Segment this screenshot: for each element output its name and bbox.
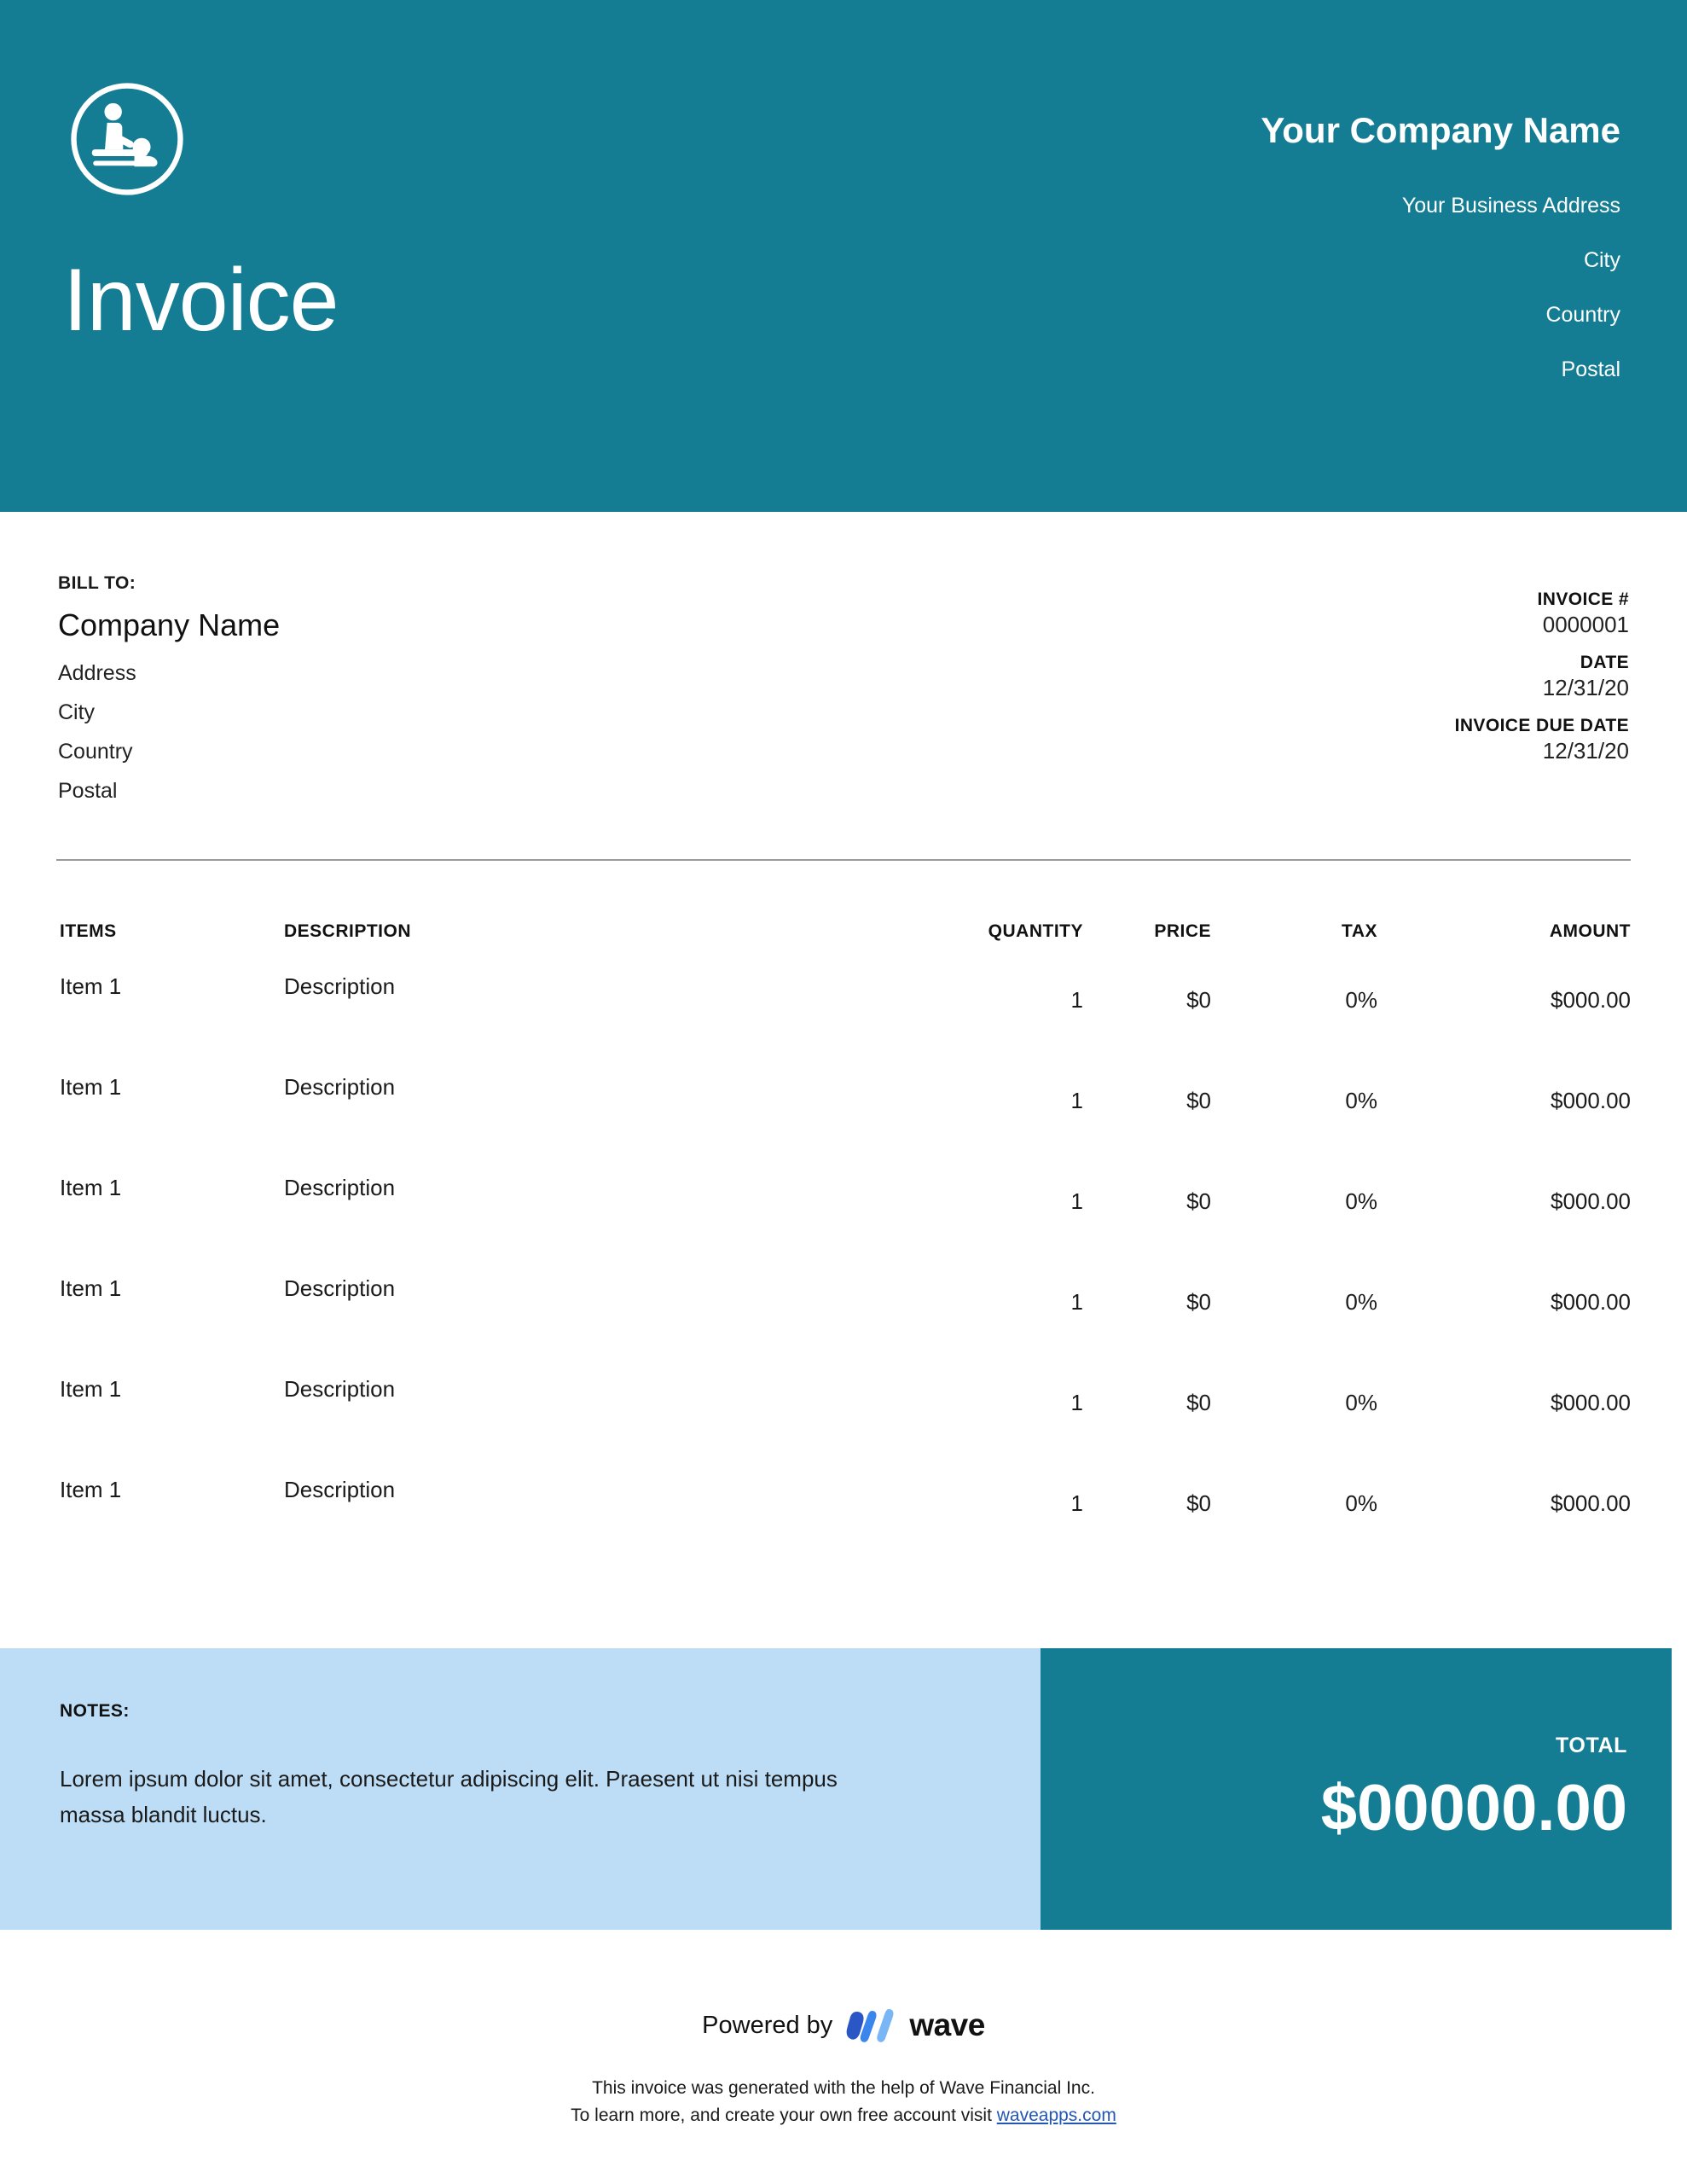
cell-item: Item 1 <box>60 1275 122 1301</box>
company-city-line: City <box>1583 248 1620 272</box>
cell-description: Description <box>284 1477 396 1502</box>
footer-legal-line-1: This invoice was generated with the help… <box>592 2078 1095 2098</box>
cell-description: Description <box>284 1074 396 1100</box>
bill-to-city: City <box>58 700 96 724</box>
invoice-header: Invoice Your Company Name Your Business … <box>0 0 1687 512</box>
column-header-description: DESCRIPTION <box>284 921 412 941</box>
table-header-row: ITEMS DESCRIPTION QUANTITY PRICE TAX AMO… <box>0 904 1687 973</box>
cell-amount: $000.00 <box>1551 1188 1631 1214</box>
company-name: Your Company Name <box>1261 110 1620 150</box>
column-header-amount: AMOUNT <box>1549 921 1631 941</box>
wave-brand-name: wave <box>909 2007 985 2042</box>
invoice-meta: INVOICE # 0000001 DATE 12/31/20 INVOICE … <box>1455 589 1629 764</box>
cell-item: Item 1 <box>60 1074 122 1100</box>
notes-body: Lorem ipsum dolor sit amet, consectetur … <box>60 1766 838 1827</box>
invoice-due-date-value: 12/31/20 <box>1542 738 1629 764</box>
logo-container <box>67 78 188 204</box>
bill-to-postal: Postal <box>58 779 118 803</box>
invoice-date-label: DATE <box>1580 653 1629 672</box>
footer-legal-text: This invoice was generated with the help… <box>0 2075 1687 2129</box>
section-divider <box>56 859 1631 861</box>
cell-tax: 0% <box>1345 1390 1377 1415</box>
cell-quantity: 1 <box>1070 1490 1083 1516</box>
cell-quantity: 1 <box>1070 1088 1083 1113</box>
cell-item: Item 1 <box>60 1477 122 1502</box>
cell-description: Description <box>284 1175 396 1200</box>
table-row: Item 1 Description 1 $0 0% $000.00 <box>0 1275 1687 1375</box>
cell-price: $0 <box>1186 987 1211 1013</box>
company-info: Your Company Name Your Business Address … <box>1261 109 1620 382</box>
cell-tax: 0% <box>1345 1490 1377 1516</box>
cell-price: $0 <box>1186 1188 1211 1214</box>
cell-description: Description <box>284 973 396 999</box>
column-header-items: ITEMS <box>60 921 117 941</box>
total-section: TOTAL $00000.00 <box>1041 1648 1672 1930</box>
bill-to-address: Address <box>58 661 136 685</box>
total-label: TOTAL <box>1555 1734 1627 1757</box>
column-header-quantity: QUANTITY <box>988 921 1083 941</box>
cell-quantity: 1 <box>1070 1289 1083 1315</box>
footer-legal-prefix: To learn more, and create your own free … <box>571 2106 997 2125</box>
cell-tax: 0% <box>1345 1088 1377 1113</box>
cell-item: Item 1 <box>60 973 122 999</box>
notes-section: NOTES: Lorem ipsum dolor sit amet, conse… <box>0 1648 1041 1930</box>
powered-by-wave: Powered by wave <box>702 2007 985 2044</box>
invoice-number-value: 0000001 <box>1542 612 1629 637</box>
cell-item: Item 1 <box>60 1175 122 1200</box>
table-row: Item 1 Description 1 $0 0% $000.00 <box>0 973 1687 1073</box>
invoice-page: Invoice Your Company Name Your Business … <box>0 0 1687 2184</box>
invoice-due-date-label: INVOICE DUE DATE <box>1454 716 1629 735</box>
cell-description: Description <box>284 1376 396 1402</box>
bill-to-label: BILL TO: <box>58 573 136 593</box>
cell-amount: $000.00 <box>1551 1490 1631 1516</box>
cell-amount: $000.00 <box>1551 1289 1631 1315</box>
cell-item: Item 1 <box>60 1376 122 1402</box>
bill-to-country: Country <box>58 740 133 764</box>
cell-tax: 0% <box>1345 987 1377 1013</box>
wave-logo-icon <box>846 2009 894 2042</box>
cell-amount: $000.00 <box>1551 1088 1631 1113</box>
footer-legal-line-2: To learn more, and create your own free … <box>0 2102 1687 2129</box>
massage-therapy-icon <box>71 83 183 195</box>
cell-price: $0 <box>1186 1490 1211 1516</box>
cell-amount: $000.00 <box>1551 987 1631 1013</box>
cell-quantity: 1 <box>1070 1390 1083 1415</box>
table-row: Item 1 Description 1 $0 0% $000.00 <box>0 1375 1687 1476</box>
column-header-tax: TAX <box>1342 921 1377 941</box>
line-items-table: ITEMS DESCRIPTION QUANTITY PRICE TAX AMO… <box>0 904 1687 1577</box>
company-postal-line: Postal <box>1561 357 1620 381</box>
cell-description: Description <box>284 1275 396 1301</box>
cell-quantity: 1 <box>1070 987 1083 1013</box>
column-header-price: PRICE <box>1154 921 1211 941</box>
company-country-line: Country <box>1545 303 1620 327</box>
company-address-line: Your Business Address <box>1401 194 1620 218</box>
cell-price: $0 <box>1186 1390 1211 1415</box>
bill-to-section: BILL TO: Company Name Address City Count… <box>58 573 280 810</box>
invoice-number-label: INVOICE # <box>1537 590 1629 609</box>
invoice-date-value: 12/31/20 <box>1542 675 1629 700</box>
cell-price: $0 <box>1186 1289 1211 1315</box>
bill-to-company: Company Name <box>58 607 281 642</box>
invoice-footer: Powered by wave This invoice was generat… <box>0 2007 1687 2129</box>
cell-price: $0 <box>1186 1088 1211 1113</box>
table-row: Item 1 Description 1 $0 0% $000.00 <box>0 1174 1687 1275</box>
waveapps-link[interactable]: waveapps.com <box>997 2106 1116 2125</box>
cell-tax: 0% <box>1345 1188 1377 1214</box>
cell-tax: 0% <box>1345 1289 1377 1315</box>
cell-quantity: 1 <box>1070 1188 1083 1214</box>
powered-by-label: Powered by <box>702 2011 833 2039</box>
notes-label: NOTES: <box>60 1701 130 1721</box>
page-title: Invoice <box>63 251 339 350</box>
table-row: Item 1 Description 1 $0 0% $000.00 <box>0 1476 1687 1577</box>
total-amount: $00000.00 <box>1320 1772 1627 1844</box>
cell-amount: $000.00 <box>1551 1390 1631 1415</box>
table-row: Item 1 Description 1 $0 0% $000.00 <box>0 1073 1687 1174</box>
